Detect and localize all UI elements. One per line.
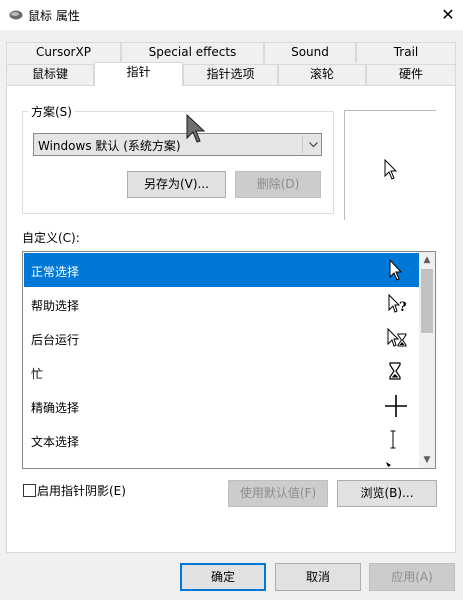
scroll-up-icon[interactable]: ▲	[419, 252, 435, 268]
tab-special-effects[interactable]: Special effects	[121, 42, 264, 63]
preview-arrow-cursor-icon	[384, 159, 398, 180]
list-item[interactable]: 精确选择	[24, 389, 419, 423]
partial-next-cursor-icon	[386, 462, 391, 467]
shadow-checkbox-label[interactable]: 启用指针阴影(E)	[37, 482, 126, 499]
shadow-checkbox[interactable]	[23, 484, 36, 497]
tab-trail[interactable]: Trail	[356, 42, 456, 63]
cancel-button[interactable]: 取消	[275, 563, 361, 591]
delete-button[interactable]: 删除(D)	[235, 171, 321, 198]
use-default-button[interactable]: 使用默认值(F)	[228, 480, 328, 507]
scheme-dropdown[interactable]: Windows 默认 (系统方案)	[33, 133, 322, 156]
tab-pointers[interactable]: 指针	[94, 62, 183, 86]
scroll-thumb[interactable]	[421, 269, 433, 333]
tab-mouse-buttons[interactable]: 鼠标键	[6, 64, 94, 85]
cursor-list[interactable]: 正常选择 帮助选择 ? 后台运行 忙 精确选择 文本选择	[22, 251, 436, 469]
mouse-pointer-icon	[186, 113, 206, 143]
scroll-down-icon[interactable]: ▼	[419, 452, 435, 468]
help-cursor-icon: ?	[388, 293, 407, 315]
list-item[interactable]: 后台运行	[24, 321, 419, 355]
list-scrollbar[interactable]: ▲ ▼	[419, 252, 435, 468]
crosshair-cursor-icon	[385, 395, 407, 417]
scheme-selected-value: Windows 默认 (系统方案)	[38, 139, 181, 153]
list-item-label: 帮助选择	[31, 299, 80, 313]
tab-wheel[interactable]: 滚轮	[278, 64, 366, 85]
arrow-cursor-icon	[389, 258, 403, 281]
close-icon: ✕	[441, 5, 455, 24]
svg-text:?: ?	[399, 300, 407, 315]
list-item[interactable]: 正常选择	[24, 253, 419, 287]
list-item-label: 后台运行	[31, 333, 80, 347]
dropdown-divider	[302, 136, 303, 153]
tab-cursorxp[interactable]: CursorXP	[6, 42, 121, 63]
browse-button[interactable]: 浏览(B)...	[337, 480, 437, 507]
list-item[interactable]: 帮助选择 ?	[24, 287, 419, 321]
close-button[interactable]: ✕	[433, 0, 463, 30]
busy-cursor-icon	[389, 362, 401, 380]
customize-label: 自定义(C):	[22, 231, 80, 245]
mouse-app-icon	[9, 10, 23, 20]
list-item-label: 正常选择	[31, 265, 80, 279]
tab-hardware[interactable]: 硬件	[366, 64, 456, 85]
list-item[interactable]: 文本选择	[24, 423, 419, 457]
list-item-label: 精确选择	[31, 401, 80, 415]
tab-sound[interactable]: Sound	[264, 42, 356, 63]
cursor-preview	[344, 110, 436, 220]
apply-button[interactable]: 应用(A)	[369, 563, 455, 591]
working-cursor-icon	[387, 327, 407, 347]
list-item[interactable]: 忙	[24, 355, 419, 389]
window-title: 鼠标 属性	[28, 9, 80, 23]
scheme-label: 方案(S)	[28, 103, 75, 120]
list-item-label: 忙	[31, 367, 44, 381]
list-item-label: 文本选择	[31, 435, 80, 449]
chevron-down-icon	[309, 142, 318, 148]
text-cursor-icon	[390, 430, 396, 449]
tab-pointer-options[interactable]: 指针选项	[183, 64, 278, 85]
ok-button[interactable]: 确定	[180, 563, 266, 591]
save-as-button[interactable]: 另存为(V)...	[127, 171, 226, 198]
scheme-group	[22, 111, 334, 214]
